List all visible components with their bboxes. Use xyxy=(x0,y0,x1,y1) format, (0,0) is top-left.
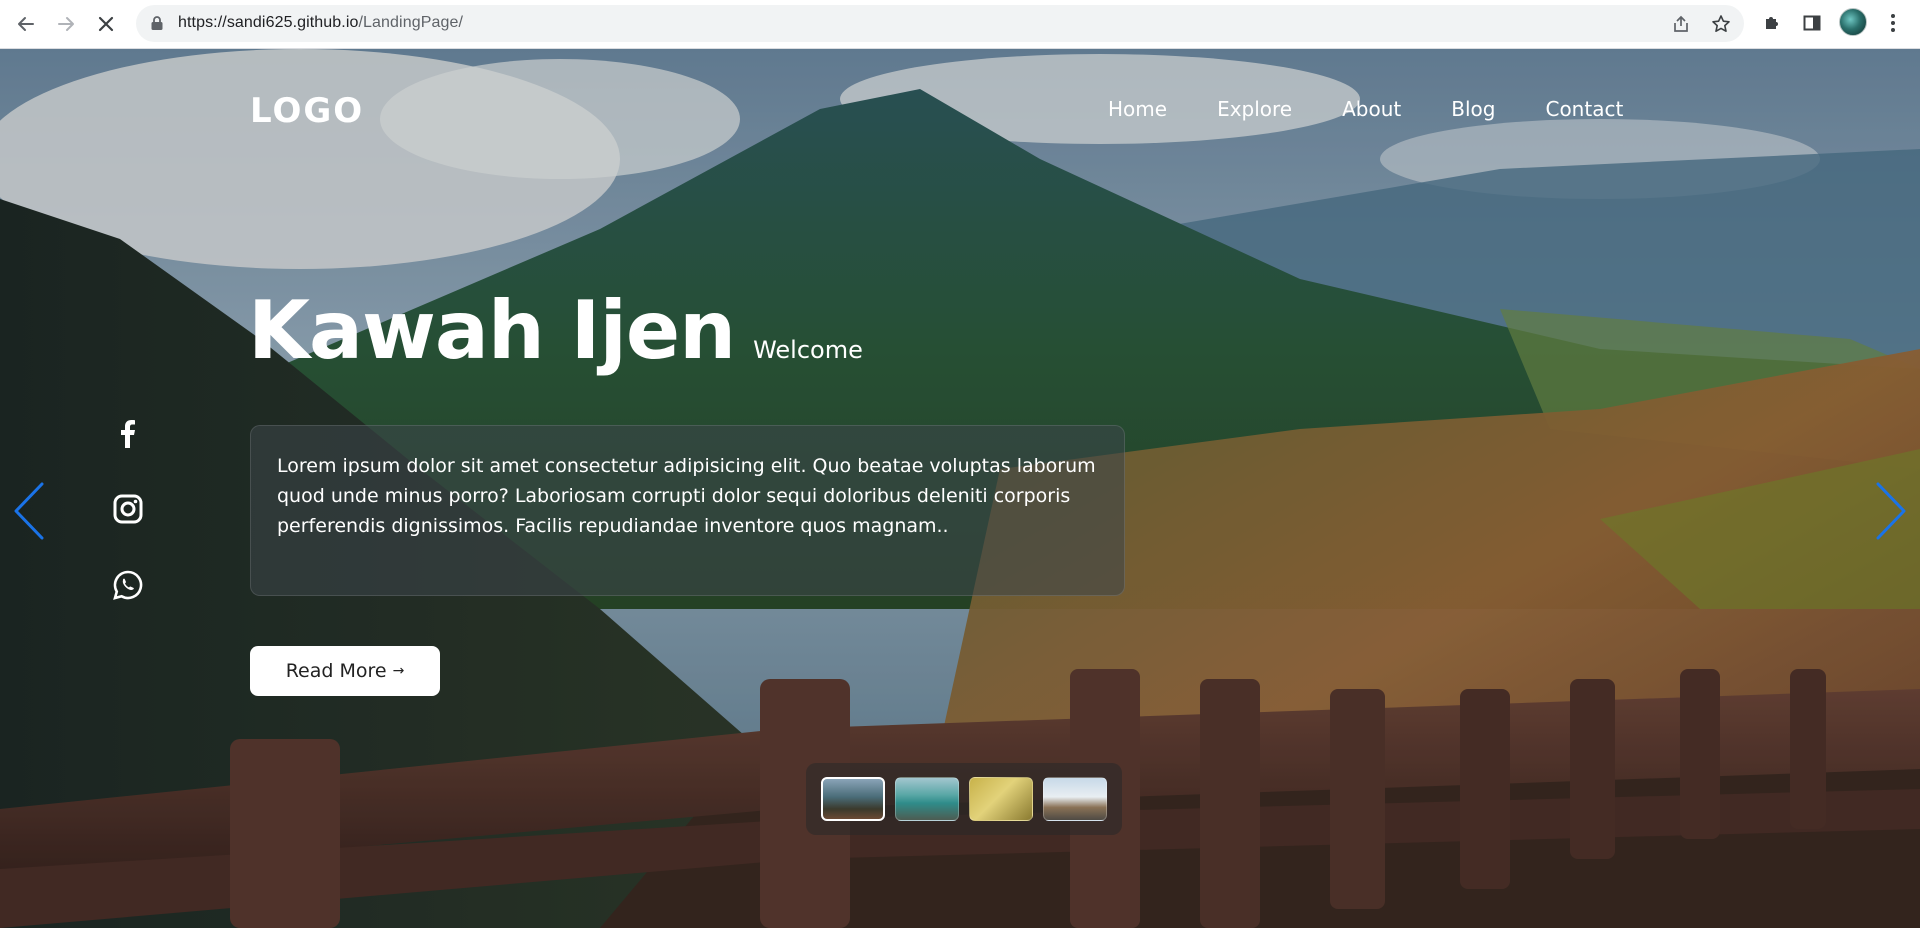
nav-contact[interactable]: Contact xyxy=(1545,97,1623,121)
slide-thumbnails xyxy=(806,763,1122,835)
url-path: /LandingPage/ xyxy=(358,14,464,31)
arrow-right-icon: → xyxy=(392,663,405,679)
hero-subtitle: Welcome xyxy=(753,336,863,364)
stop-loading-icon[interactable] xyxy=(92,10,120,38)
url-text: https://sandi625.github.io/LandingPage/ xyxy=(178,14,463,32)
hero-title: Kawah Ijen xyxy=(248,284,736,377)
nav-home[interactable]: Home xyxy=(1108,97,1167,121)
slide-thumbnail[interactable] xyxy=(895,777,959,821)
star-icon[interactable] xyxy=(1710,13,1732,35)
slide-thumbnail[interactable] xyxy=(821,777,885,821)
url-host: https://sandi625.github.io xyxy=(178,14,359,31)
hero-description: Lorem ipsum dolor sit amet consectetur a… xyxy=(250,425,1125,596)
whatsapp-icon[interactable] xyxy=(112,569,144,601)
hero-section: LOGO Home Explore About Blog Contact Kaw… xyxy=(0,49,1920,928)
nav-explore[interactable]: Explore xyxy=(1217,97,1292,121)
profile-avatar[interactable] xyxy=(1839,8,1867,36)
forward-arrow-icon[interactable] xyxy=(52,10,80,38)
prev-slide-arrow[interactable] xyxy=(12,481,46,545)
nav-about[interactable]: About xyxy=(1342,97,1401,121)
kebab-menu-icon[interactable] xyxy=(1881,11,1905,35)
share-icon[interactable] xyxy=(1670,13,1692,35)
site-logo[interactable]: LOGO xyxy=(250,91,364,131)
slide-thumbnail[interactable] xyxy=(969,777,1033,821)
read-more-label: Read More xyxy=(285,660,387,682)
slide-thumbnail[interactable] xyxy=(1043,777,1107,821)
facebook-icon[interactable] xyxy=(112,417,144,449)
browser-toolbar: https://sandi625.github.io/LandingPage/ xyxy=(0,0,1920,49)
main-nav: Home Explore About Blog Contact xyxy=(1108,97,1673,121)
hero-heading: Kawah Ijen Welcome xyxy=(248,291,863,371)
sidepanel-icon[interactable] xyxy=(1800,11,1824,35)
nav-blog[interactable]: Blog xyxy=(1451,97,1495,121)
instagram-icon[interactable] xyxy=(112,493,144,525)
read-more-button[interactable]: Read More → xyxy=(250,646,440,696)
address-bar[interactable]: https://sandi625.github.io/LandingPage/ xyxy=(136,5,1744,42)
lock-icon xyxy=(150,15,164,35)
back-arrow-icon[interactable] xyxy=(12,10,40,38)
next-slide-arrow[interactable] xyxy=(1874,481,1908,545)
extensions-icon[interactable] xyxy=(1760,11,1784,35)
